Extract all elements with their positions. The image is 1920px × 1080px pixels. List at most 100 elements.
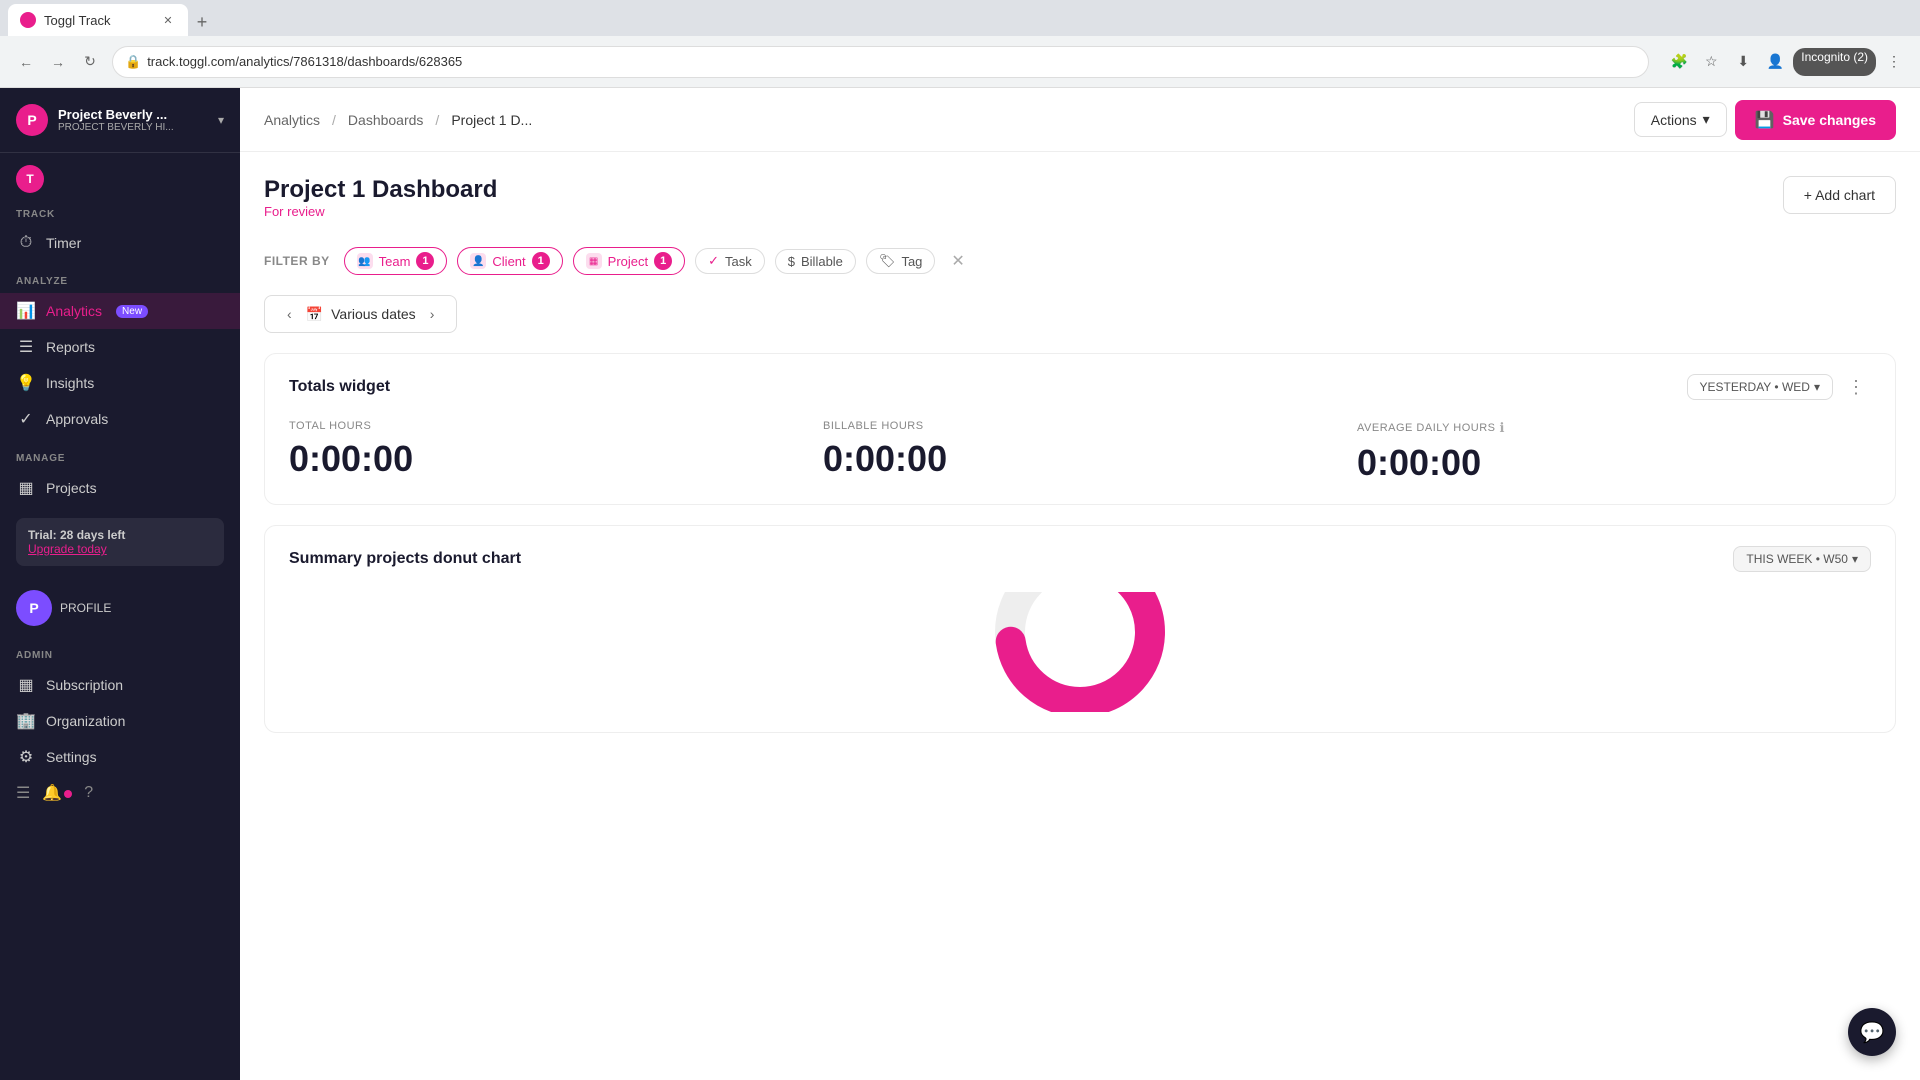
save-changes-button[interactable]: 💾 Save changes (1735, 100, 1896, 140)
top-header: Analytics / Dashboards / Project 1 D... … (240, 88, 1920, 152)
breadcrumb-current: Project 1 D... (451, 112, 532, 128)
widget-date-label: YESTERDAY • WED (1700, 380, 1810, 394)
main-content: Analytics / Dashboards / Project 1 D... … (240, 88, 1920, 1080)
filter-clear-button[interactable]: ✕ (945, 249, 970, 273)
widget-more-button[interactable]: ⋮ (1841, 375, 1871, 400)
sidebar-bottom-icons: ☰ 🔔 ? (0, 775, 240, 811)
tab-close-button[interactable]: ✕ (160, 12, 176, 28)
date-picker-label: Various dates (331, 306, 416, 322)
bookmark-button[interactable]: ☆ (1697, 48, 1725, 76)
week-badge-button[interactable]: THIS WEEK • W50 ▾ (1733, 546, 1871, 572)
project-filter-icon: ▦ (586, 253, 602, 269)
analytics-label: Analytics (46, 303, 102, 319)
menu-collapse-icon[interactable]: ☰ (16, 783, 30, 803)
dashboard-title-group: Project 1 Dashboard For review (264, 176, 497, 239)
filter-chip-client[interactable]: 👤 Client 1 (457, 247, 562, 275)
avg-daily-item: AVERAGE DAILY HOURS ℹ 0:00:00 (1357, 420, 1871, 484)
track-section-label: TRACK (0, 193, 240, 226)
avatar: P (16, 590, 52, 626)
download-button[interactable]: ⬇ (1729, 48, 1757, 76)
dashboard-title: Project 1 Dashboard (264, 176, 497, 204)
filter-team-label: Team (379, 254, 411, 269)
url-text: track.toggl.com/analytics/7861318/dashbo… (147, 54, 462, 69)
billable-hours-item: BILLABLE HOURS 0:00:00 (823, 420, 1337, 484)
billable-hours-label: BILLABLE HOURS (823, 420, 1337, 432)
breadcrumb-sep-1: / (332, 112, 336, 128)
project-sub: PROJECT BEVERLY HI... (58, 122, 174, 133)
filter-chip-project[interactable]: ▦ Project 1 (573, 247, 685, 275)
header-actions: Actions ▾ 💾 Save changes (1634, 100, 1896, 140)
menu-button[interactable]: ⋮ (1880, 48, 1908, 76)
back-button[interactable]: ← (12, 48, 40, 76)
tab-bar: Toggl Track ✕ + (0, 0, 1920, 36)
analytics-icon: 📊 (16, 301, 36, 321)
active-tab[interactable]: Toggl Track ✕ (8, 4, 188, 36)
refresh-button[interactable]: ↻ (76, 48, 104, 76)
totals-widget: Totals widget YESTERDAY • WED ▾ ⋮ TOTAL … (264, 353, 1896, 505)
billable-icon: $ (788, 254, 795, 269)
actions-button[interactable]: Actions ▾ (1634, 102, 1727, 137)
tab-favicon (20, 12, 36, 28)
date-next-button[interactable]: › (424, 304, 441, 324)
sidebar-item-settings[interactable]: ⚙ Settings (0, 739, 240, 775)
date-prev-button[interactable]: ‹ (281, 304, 298, 324)
widget-header: Totals widget YESTERDAY • WED ▾ ⋮ (289, 374, 1871, 400)
sidebar-item-insights[interactable]: 💡 Insights (0, 365, 240, 401)
approvals-label: Approvals (46, 411, 108, 427)
week-badge-chevron-icon: ▾ (1852, 552, 1858, 566)
trial-box: Trial: 28 days left Upgrade today (16, 518, 224, 566)
sidebar-item-timer[interactable]: ⏱ Timer (0, 226, 240, 260)
filter-chip-tag[interactable]: 🏷 Tag (866, 248, 935, 274)
dashboard-content: Project 1 Dashboard For review + Add cha… (240, 152, 1920, 1080)
widget-date-button[interactable]: YESTERDAY • WED ▾ (1687, 374, 1833, 400)
notification-icon[interactable]: 🔔 (42, 783, 72, 803)
organization-icon: 🏢 (16, 711, 36, 731)
chat-button[interactable]: 💬 (1848, 1008, 1896, 1056)
total-hours-item: TOTAL HOURS 0:00:00 (289, 420, 803, 484)
sidebar-item-reports[interactable]: ☰ Reports (0, 329, 240, 365)
extensions-button[interactable]: 🧩 (1665, 48, 1693, 76)
avg-daily-info-icon[interactable]: ℹ (1499, 420, 1504, 436)
filter-chip-team[interactable]: 👥 Team 1 (344, 247, 448, 275)
subscription-icon: ▦ (16, 675, 36, 695)
client-filter-count: 1 (532, 252, 550, 270)
organization-label: Organization (46, 713, 125, 729)
upgrade-link[interactable]: Upgrade today (28, 542, 212, 556)
insights-icon: 💡 (16, 373, 36, 393)
sidebar-item-organization[interactable]: 🏢 Organization (0, 703, 240, 739)
project-selector[interactable]: P Project Beverly ... PROJECT BEVERLY HI… (0, 88, 240, 153)
sidebar-item-subscription[interactable]: ▦ Subscription (0, 667, 240, 703)
projects-icon: ▦ (16, 478, 36, 498)
billable-hours-value: 0:00:00 (823, 438, 1337, 480)
tab-title: Toggl Track (44, 13, 110, 28)
analyze-section-label: ANALYZE (0, 260, 240, 293)
project-name: Project Beverly ... (58, 107, 174, 122)
donut-chart-widget: Summary projects donut chart THIS WEEK •… (264, 525, 1896, 733)
browser-actions: 🧩 ☆ ⬇ 👤 Incognito (2) ⋮ (1665, 48, 1908, 76)
address-bar[interactable]: 🔒 track.toggl.com/analytics/7861318/dash… (112, 46, 1649, 78)
browser-nav-buttons: ← → ↻ (12, 48, 104, 76)
help-icon[interactable]: ? (84, 784, 93, 802)
timer-label: Timer (46, 235, 81, 251)
filter-task-label: Task (725, 254, 752, 269)
breadcrumb-analytics[interactable]: Analytics (264, 112, 320, 128)
filter-chip-billable[interactable]: $ Billable (775, 249, 856, 274)
filter-client-label: Client (492, 254, 525, 269)
subscription-label: Subscription (46, 677, 123, 693)
breadcrumb-dashboards[interactable]: Dashboards (348, 112, 424, 128)
sidebar-item-approvals[interactable]: ✓ Approvals (0, 401, 240, 437)
forward-button[interactable]: → (44, 48, 72, 76)
calendar-icon: 📅 (306, 306, 323, 323)
project-chevron-icon[interactable]: ▾ (218, 113, 224, 127)
filter-chip-task[interactable]: ✓ Task (695, 248, 765, 274)
total-hours-value: 0:00:00 (289, 438, 803, 480)
profile-button[interactable]: 👤 (1761, 48, 1789, 76)
new-tab-button[interactable]: + (188, 8, 216, 36)
date-picker[interactable]: ‹ 📅 Various dates › (264, 295, 457, 333)
sidebar-item-analytics[interactable]: 📊 Analytics New (0, 293, 240, 329)
avg-daily-label: AVERAGE DAILY HOURS ℹ (1357, 420, 1871, 436)
tag-icon: 🏷 (879, 253, 896, 269)
profile-row[interactable]: P PROFILE (0, 590, 240, 634)
sidebar-item-projects[interactable]: ▦ Projects (0, 470, 240, 506)
add-chart-button[interactable]: + Add chart (1783, 176, 1896, 214)
